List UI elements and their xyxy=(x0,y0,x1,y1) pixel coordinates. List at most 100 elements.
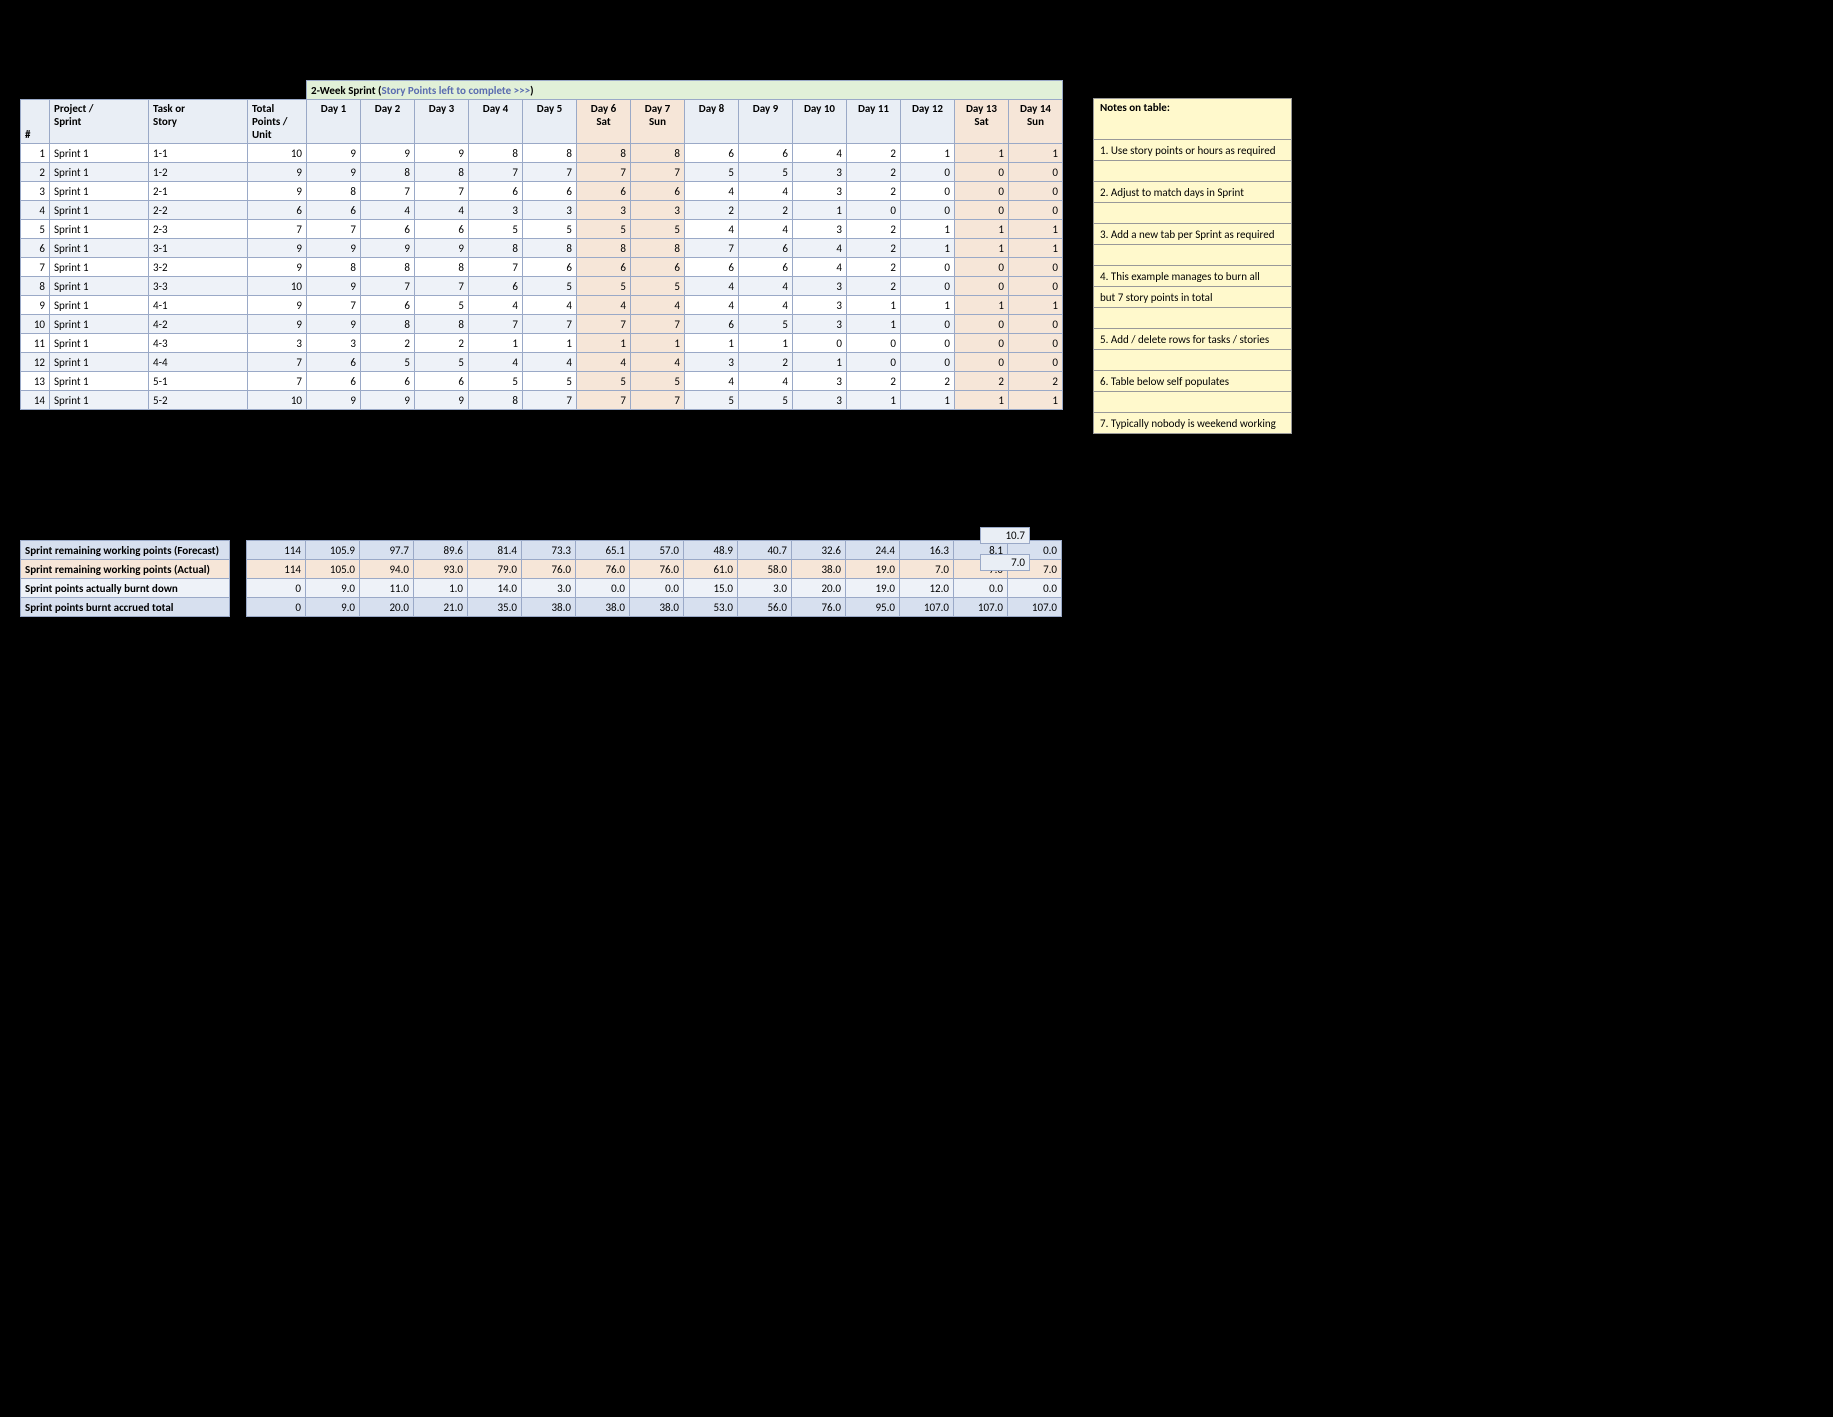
cell-day[interactable]: 5 xyxy=(739,315,793,334)
cell-day[interactable]: 6 xyxy=(307,201,361,220)
cell-day[interactable]: 1 xyxy=(901,296,955,315)
cell-day[interactable]: 9 xyxy=(307,277,361,296)
cell-day[interactable]: 1 xyxy=(955,296,1009,315)
cell-day[interactable]: 5 xyxy=(631,220,685,239)
cell-day[interactable]: 0 xyxy=(901,201,955,220)
cell-day[interactable]: 5 xyxy=(685,163,739,182)
cell-day[interactable]: 8 xyxy=(523,239,577,258)
cell-day[interactable]: 7 xyxy=(307,296,361,315)
cell-day[interactable]: 0 xyxy=(1009,182,1063,201)
cell-day[interactable]: 6 xyxy=(685,258,739,277)
cell-day[interactable]: 8 xyxy=(415,315,469,334)
cell-index[interactable]: 1 xyxy=(21,144,50,163)
cell-day[interactable]: 3 xyxy=(307,334,361,353)
cell-day[interactable]: 7 xyxy=(361,182,415,201)
cell-day[interactable]: 0 xyxy=(1009,353,1063,372)
cell-day[interactable]: 9 xyxy=(361,391,415,410)
cell-points[interactable]: 9 xyxy=(248,258,307,277)
cell-day[interactable]: 2 xyxy=(739,201,793,220)
cell-points[interactable]: 10 xyxy=(248,144,307,163)
cell-day[interactable]: 0 xyxy=(1009,277,1063,296)
cell-day[interactable]: 8 xyxy=(631,144,685,163)
cell-day[interactable]: 1 xyxy=(901,239,955,258)
cell-day[interactable]: 2 xyxy=(847,163,901,182)
cell-day[interactable]: 5 xyxy=(523,277,577,296)
cell-day[interactable]: 6 xyxy=(685,144,739,163)
cell-day[interactable]: 5 xyxy=(469,372,523,391)
cell-day[interactable]: 8 xyxy=(469,391,523,410)
cell-day[interactable]: 1 xyxy=(469,334,523,353)
cell-day[interactable]: 2 xyxy=(847,220,901,239)
cell-day[interactable]: 1 xyxy=(955,144,1009,163)
cell-day[interactable]: 1 xyxy=(739,334,793,353)
cell-day[interactable]: 4 xyxy=(685,220,739,239)
cell-day[interactable]: 1 xyxy=(1009,144,1063,163)
cell-day[interactable]: 6 xyxy=(469,182,523,201)
cell-day[interactable]: 0 xyxy=(955,334,1009,353)
cell-day[interactable]: 0 xyxy=(955,163,1009,182)
cell-day[interactable]: 5 xyxy=(577,372,631,391)
cell-day[interactable]: 1 xyxy=(901,144,955,163)
cell-day[interactable]: 9 xyxy=(307,391,361,410)
cell-day[interactable]: 6 xyxy=(577,258,631,277)
cell-project[interactable]: Sprint 1 xyxy=(50,220,149,239)
cell-points[interactable]: 10 xyxy=(248,391,307,410)
cell-day[interactable]: 7 xyxy=(577,163,631,182)
cell-day[interactable]: 0 xyxy=(901,258,955,277)
cell-points[interactable]: 9 xyxy=(248,296,307,315)
cell-day[interactable]: 3 xyxy=(793,315,847,334)
cell-day[interactable]: 4 xyxy=(739,296,793,315)
cell-project[interactable]: Sprint 1 xyxy=(50,372,149,391)
cell-task[interactable]: 4-4 xyxy=(149,353,248,372)
cell-day[interactable]: 4 xyxy=(631,296,685,315)
cell-day[interactable]: 6 xyxy=(739,239,793,258)
cell-day[interactable]: 7 xyxy=(469,315,523,334)
cell-task[interactable]: 2-1 xyxy=(149,182,248,201)
cell-day[interactable]: 1 xyxy=(1009,296,1063,315)
cell-day[interactable]: 0 xyxy=(955,182,1009,201)
cell-day[interactable]: 0 xyxy=(955,353,1009,372)
cell-project[interactable]: Sprint 1 xyxy=(50,182,149,201)
cell-points[interactable]: 9 xyxy=(248,182,307,201)
cell-index[interactable]: 14 xyxy=(21,391,50,410)
cell-day[interactable]: 5 xyxy=(415,296,469,315)
cell-index[interactable]: 5 xyxy=(21,220,50,239)
cell-day[interactable]: 2 xyxy=(1009,372,1063,391)
cell-day[interactable]: 7 xyxy=(577,391,631,410)
cell-index[interactable]: 7 xyxy=(21,258,50,277)
cell-day[interactable]: 6 xyxy=(523,258,577,277)
cell-day[interactable]: 1 xyxy=(901,391,955,410)
cell-day[interactable]: 5 xyxy=(739,391,793,410)
cell-day[interactable]: 6 xyxy=(307,353,361,372)
cell-index[interactable]: 12 xyxy=(21,353,50,372)
cell-day[interactable]: 8 xyxy=(577,144,631,163)
cell-index[interactable]: 9 xyxy=(21,296,50,315)
cell-day[interactable]: 1 xyxy=(847,296,901,315)
cell-day[interactable]: 9 xyxy=(307,144,361,163)
cell-day[interactable]: 7 xyxy=(631,315,685,334)
cell-day[interactable]: 2 xyxy=(847,277,901,296)
cell-day[interactable]: 8 xyxy=(307,258,361,277)
cell-day[interactable]: 6 xyxy=(739,144,793,163)
cell-day[interactable]: 2 xyxy=(847,144,901,163)
cell-index[interactable]: 4 xyxy=(21,201,50,220)
cell-day[interactable]: 4 xyxy=(739,372,793,391)
cell-task[interactable]: 3-2 xyxy=(149,258,248,277)
cell-day[interactable]: 9 xyxy=(415,144,469,163)
cell-day[interactable]: 2 xyxy=(847,182,901,201)
cell-project[interactable]: Sprint 1 xyxy=(50,163,149,182)
cell-day[interactable]: 1 xyxy=(685,334,739,353)
cell-day[interactable]: 8 xyxy=(469,144,523,163)
cell-points[interactable]: 9 xyxy=(248,315,307,334)
cell-day[interactable]: 0 xyxy=(1009,315,1063,334)
cell-day[interactable]: 7 xyxy=(415,182,469,201)
cell-day[interactable]: 4 xyxy=(523,353,577,372)
cell-day[interactable]: 6 xyxy=(631,182,685,201)
cell-day[interactable]: 7 xyxy=(307,220,361,239)
cell-day[interactable]: 1 xyxy=(793,353,847,372)
cell-day[interactable]: 0 xyxy=(901,277,955,296)
cell-project[interactable]: Sprint 1 xyxy=(50,391,149,410)
cell-day[interactable]: 4 xyxy=(577,296,631,315)
cell-day[interactable]: 4 xyxy=(739,182,793,201)
cell-day[interactable]: 0 xyxy=(847,334,901,353)
